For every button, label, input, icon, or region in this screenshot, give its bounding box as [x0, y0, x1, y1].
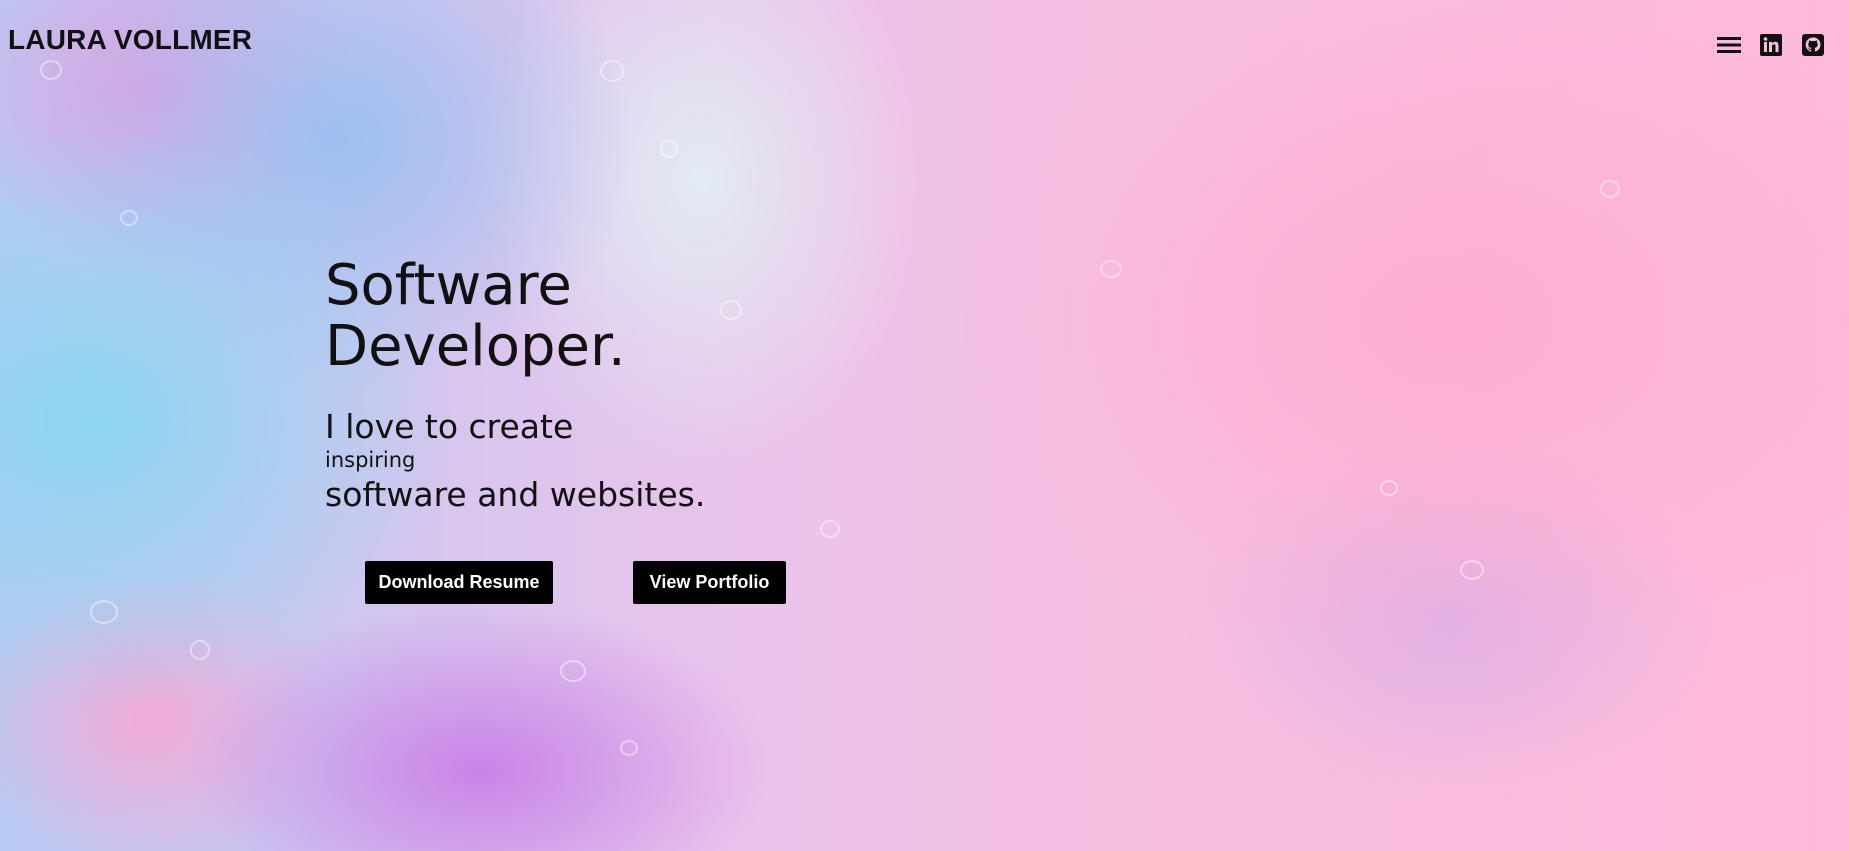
hero-title-line2: Developer. [325, 314, 626, 379]
download-resume-button[interactable]: Download Resume [365, 561, 553, 604]
background-marble-texture [0, 0, 1849, 851]
hero-actions: Download Resume View Portfolio [365, 561, 786, 604]
menu-icon[interactable] [1715, 32, 1743, 58]
hero-section: Software Developer. I love to create ins… [325, 255, 705, 516]
brand-logo-text[interactable]: LAURA VOLLMER [8, 24, 252, 56]
view-portfolio-button[interactable]: View Portfolio [633, 561, 786, 604]
hero-title-line1: Software [325, 253, 572, 318]
hero-tagline-line3: software and websites. [325, 475, 706, 514]
github-icon[interactable] [1799, 32, 1827, 58]
linkedin-icon[interactable] [1757, 32, 1785, 58]
site-header: LAURA VOLLMER [0, 0, 1849, 88]
hero-title: Software Developer. [325, 255, 685, 377]
header-icon-group [1715, 32, 1827, 58]
hero-tagline-line2: inspiring [325, 448, 416, 472]
hero-tagline-line1: I love to create [325, 407, 574, 446]
